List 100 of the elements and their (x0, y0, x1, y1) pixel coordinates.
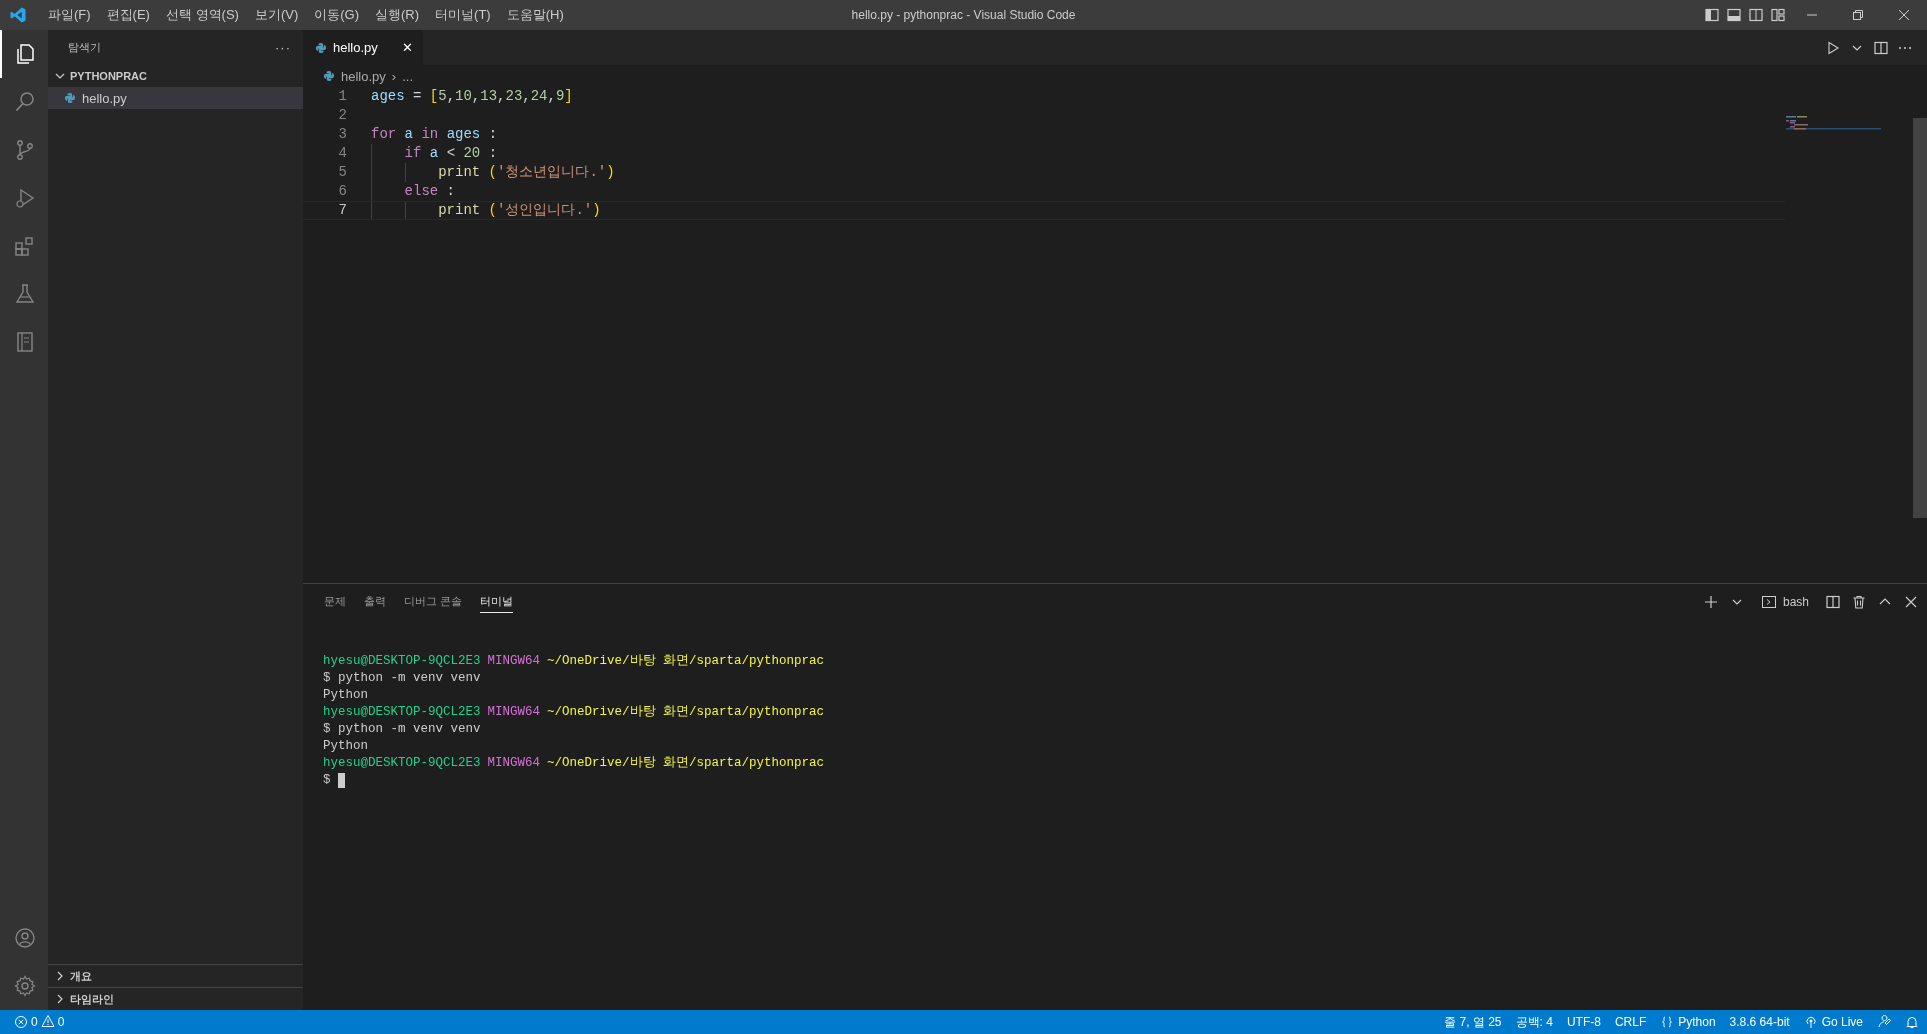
status-item[interactable]: 공백: 4 (1515, 1013, 1553, 1031)
settings-icon (13, 974, 37, 998)
code-token: ) (592, 202, 601, 218)
section-header[interactable]: 개요 (48, 964, 303, 987)
go-live-button[interactable]: Go Live (1803, 1015, 1863, 1029)
more-actions-button[interactable]: ··· (275, 40, 291, 55)
scrollbar-thumb[interactable] (1913, 118, 1927, 518)
sidebar-title: 탐색기 (68, 40, 101, 55)
menu-item[interactable]: 실행(R) (367, 0, 428, 30)
menu-item[interactable]: 터미널(T) (427, 0, 499, 30)
plus-icon[interactable] (1702, 593, 1719, 610)
restore-icon[interactable] (1852, 9, 1864, 21)
code-token: 20 (462, 145, 481, 161)
code-token: print (437, 202, 481, 218)
code-token: : (487, 126, 498, 142)
panel-tab[interactable]: 디버그 콘솔 (404, 590, 463, 613)
status-item[interactable]: UTF-8 (1566, 1015, 1601, 1029)
panel-tab[interactable]: 출력 (364, 590, 386, 613)
menu-item[interactable]: 이동(G) (306, 0, 368, 30)
code-token: ( (487, 202, 498, 218)
code-token: ] (564, 88, 573, 104)
status-item[interactable]: 줄 7, 열 25 (1444, 1013, 1502, 1031)
feedback-icon[interactable] (1877, 1015, 1891, 1029)
line-number: 2 (337, 106, 347, 125)
terminal-text: MINGW64 (487, 653, 541, 670)
code-token: print (437, 164, 481, 180)
split-terminal-icon[interactable] (1825, 593, 1841, 610)
python-file-icon (315, 41, 327, 54)
status-item[interactable]: CRLF (1614, 1015, 1647, 1029)
terminal-cursor (337, 773, 345, 788)
code-token: '청소년입니다.' (497, 164, 607, 180)
code-token: ages (445, 126, 481, 142)
code-token: in (420, 126, 439, 142)
close-tab-button[interactable]: ✕ (401, 40, 413, 55)
line-number: 6 (337, 182, 347, 201)
code-token: ( (487, 164, 498, 180)
sidebar-layout-icon[interactable] (1704, 7, 1720, 23)
menu-item[interactable]: 편집(E) (98, 0, 158, 30)
code-token: = (412, 88, 422, 104)
code-token: , (547, 88, 556, 104)
code-token: [ (428, 88, 439, 104)
breadcrumb-item[interactable]: ... (402, 68, 413, 84)
problems-indicator[interactable]: 0 0 (14, 1013, 65, 1031)
breadcrumb-item[interactable]: hello.py (341, 68, 386, 84)
code-token: ages (371, 88, 405, 104)
split-editor-icon[interactable] (1873, 39, 1889, 56)
terminal-text: Python (323, 687, 368, 704)
account-icon (13, 926, 37, 950)
grid-layout-icon[interactable] (1770, 7, 1786, 23)
menu-item[interactable]: 보기(V) (246, 0, 307, 30)
split-layout-icon[interactable] (1748, 7, 1764, 23)
menu-item[interactable]: 도움말(H) (498, 0, 572, 30)
code-token: ) (606, 164, 615, 180)
panel-tab[interactable]: 터미널 (480, 590, 514, 613)
line-number: 5 (337, 163, 347, 182)
code-token: 13 (480, 88, 498, 104)
code-token: , (497, 88, 506, 104)
breadcrumb-separator: › (391, 68, 397, 84)
terminal-text: Python (323, 738, 368, 755)
terminal-text: ~/OneDrive/바탕 화면/sparta/pythonprac (547, 755, 825, 772)
terminal-text: MINGW64 (487, 704, 541, 721)
code-token: 5 (438, 88, 447, 104)
code-token: a (403, 126, 414, 142)
panel-tab[interactable]: 문제 (324, 590, 346, 613)
code-token: : (445, 183, 456, 199)
line-number: 4 (337, 144, 347, 163)
search-icon (13, 90, 37, 114)
language-mode[interactable]: Python (1660, 1015, 1716, 1029)
file-item[interactable]: hello.py (48, 87, 303, 109)
trash-icon[interactable] (1851, 593, 1867, 610)
line-number: 1 (337, 87, 347, 106)
close-icon[interactable] (1898, 9, 1910, 21)
line-number: 7 (337, 202, 347, 219)
terminal-text: MINGW64 (487, 755, 541, 772)
terminal-text: $ python -m venv venv (323, 670, 481, 687)
terminal-text: ~/OneDrive/바탕 화면/sparta/pythonprac (547, 704, 825, 721)
broadcast-icon (1803, 1015, 1818, 1029)
code-token: '성인입니다.' (497, 202, 593, 218)
editor-tab[interactable]: hello.py ✕ (303, 30, 423, 65)
code-token: else (403, 183, 439, 199)
terminal-text: $ (323, 772, 331, 789)
status-item[interactable]: 3.8.6 64-bit (1729, 1015, 1790, 1029)
menu-item[interactable]: 파일(F) (40, 0, 99, 30)
error-icon (14, 1015, 28, 1029)
flask-icon (13, 282, 37, 306)
folder-item[interactable]: PYTHONPRAC (48, 65, 303, 87)
code-token: < (445, 145, 456, 161)
window-title: hello.py - pythonprac - Visual Studio Code (851, 8, 1076, 22)
code-token: if (403, 145, 422, 161)
terminal-selector[interactable]: bash (1754, 592, 1815, 611)
code-token: a (428, 145, 439, 161)
run-icon[interactable] (1825, 39, 1841, 56)
python-file-icon (323, 70, 335, 82)
notifications-icon[interactable] (1905, 1015, 1919, 1029)
code-token: : (487, 145, 498, 161)
menu-item[interactable]: 선택 영역(S) (157, 0, 247, 30)
terminal-text: ~/OneDrive/바탕 화면/sparta/pythonprac (547, 653, 825, 670)
app-logo-icon (9, 6, 27, 24)
code-token: 9 (555, 88, 565, 104)
panel-layout-icon[interactable] (1726, 7, 1742, 23)
